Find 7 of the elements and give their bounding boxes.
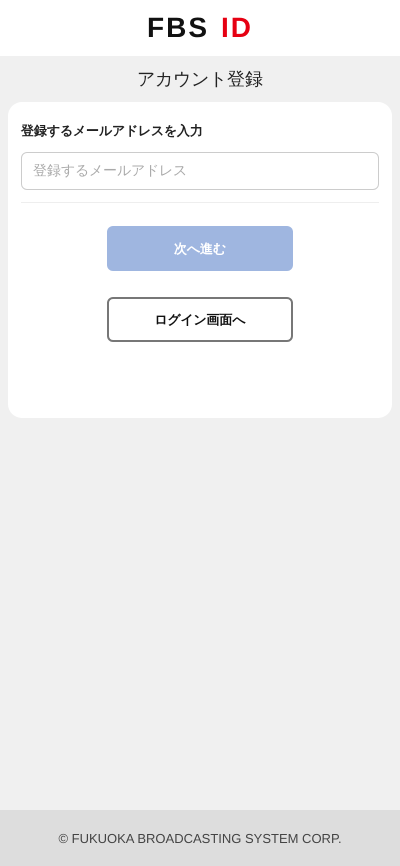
login-button[interactable]: ログイン画面へ: [107, 297, 293, 342]
logo-accent-text: ID: [221, 12, 253, 44]
copyright-text: © FUKUOKA BROADCASTING SYSTEM CORP.: [58, 830, 342, 846]
email-field[interactable]: 登録するメールアドレス: [21, 152, 379, 190]
logo-text: FBS: [147, 12, 209, 44]
page-title: アカウント登録: [136, 68, 264, 92]
field-label: 登録するメールアドレスを入力: [21, 122, 204, 140]
